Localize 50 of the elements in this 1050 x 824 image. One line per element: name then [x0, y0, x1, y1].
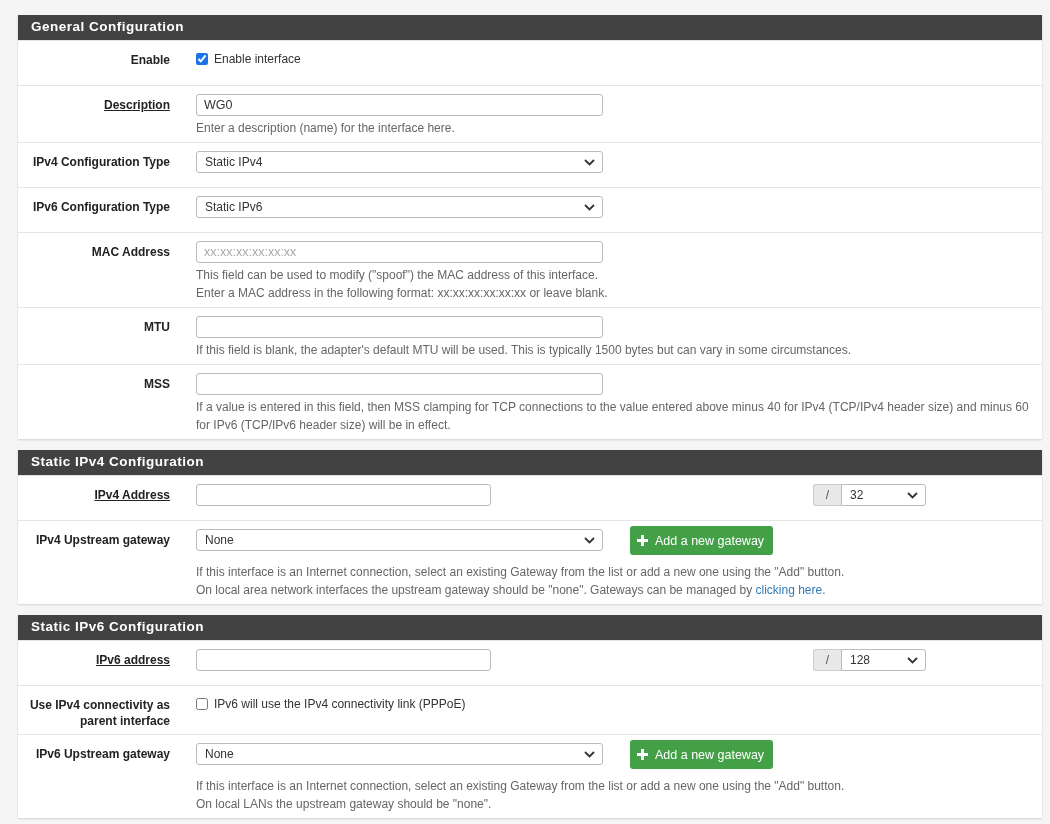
field-label: IPv4 Configuration Type: [32, 155, 170, 169]
panel-title: Static IPv6 Configuration: [31, 619, 205, 634]
checkbox[interactable]: [196, 53, 208, 65]
help-text: If this field is blank, the adapter's default MTU will be used. This is typically 1500 bytes but can vary in some circumstances.: [196, 343, 852, 357]
checkbox-label: Enable interface: [214, 52, 301, 66]
help-text: On local LANs the upstream gateway should be "none".: [196, 797, 492, 811]
field-label: IPv6 address: [95, 653, 170, 667]
text-field[interactable]: WG0: [196, 94, 603, 116]
field-label: MAC Address: [91, 245, 170, 259]
plus-icon: [636, 534, 649, 547]
help-text: Enter a MAC address in the following format: xx:xx:xx:xx:xx:xx or leave blank.: [196, 286, 608, 300]
plus-icon: [636, 748, 649, 761]
chevron-down-icon: [584, 750, 595, 758]
help-text: If a value is entered in this field, then MSS clamping for TCP connections to the value entered above minus 40 for IPv4 (TCP/IPv4 header size) and minus 60 for IPv6 (TCP/IPv6 header size) will be in effect.: [196, 400, 1029, 432]
field-label: MSS: [144, 377, 170, 391]
help-text: If this interface is an Internet connection, select an existing Gateway from the list or add a new one using the "Add" button.: [196, 565, 845, 579]
chevron-down-icon: [584, 158, 595, 166]
field-label: IPv4 Upstream gateway: [35, 533, 170, 547]
text-field[interactable]: [196, 373, 603, 395]
separator-label: /: [813, 649, 841, 671]
chevron-down-icon: [907, 656, 918, 664]
help-text: If this interface is an Internet connection, select an existing Gateway from the list or add a new one using the "Add" button.: [196, 779, 845, 793]
address-field[interactable]: [196, 649, 491, 671]
field-label: IPv4 Address: [94, 488, 170, 502]
dropdown[interactable]: Static IPv4: [196, 151, 603, 173]
chevron-down-icon: [907, 491, 918, 499]
text-field[interactable]: xx:xx:xx:xx:xx:xx: [196, 241, 603, 263]
subnet-dropdown[interactable]: 128: [841, 649, 926, 671]
gateway-dropdown[interactable]: None: [196, 529, 603, 551]
dropdown[interactable]: Static IPv6: [196, 196, 603, 218]
help-text: Enter a description (name) for the interface here.: [196, 121, 455, 135]
panel-title: General Configuration: [31, 19, 184, 34]
field-label: IPv6 Upstream gateway: [35, 747, 170, 761]
help-text: On local area network interfaces the upstream gateway should be "none". Gateways can be managed by clicking here.: [196, 583, 826, 597]
field-label: Enable: [130, 53, 170, 67]
checkbox-label: IPv6 will use the IPv4 connectivity link (PPPoE): [214, 697, 466, 711]
chevron-down-icon: [584, 536, 595, 544]
help-text: This field can be used to modify ("spoof") the MAC address of this interface.: [196, 268, 599, 282]
field-label: IPv6 Configuration Type: [32, 200, 170, 214]
checkbox[interactable]: [196, 698, 208, 710]
separator-label: /: [813, 484, 841, 506]
field-label: MTU: [144, 320, 170, 334]
text-field[interactable]: [196, 316, 603, 338]
subnet-dropdown[interactable]: 32: [841, 484, 926, 506]
gateway-dropdown[interactable]: None: [196, 743, 603, 765]
chevron-down-icon: [584, 203, 595, 211]
panel-title: Static IPv4 Configuration: [31, 454, 205, 469]
field-label: Description: [104, 98, 170, 112]
address-field[interactable]: [196, 484, 491, 506]
field-label: Use IPv4 connectivity as parent interface: [29, 698, 170, 728]
